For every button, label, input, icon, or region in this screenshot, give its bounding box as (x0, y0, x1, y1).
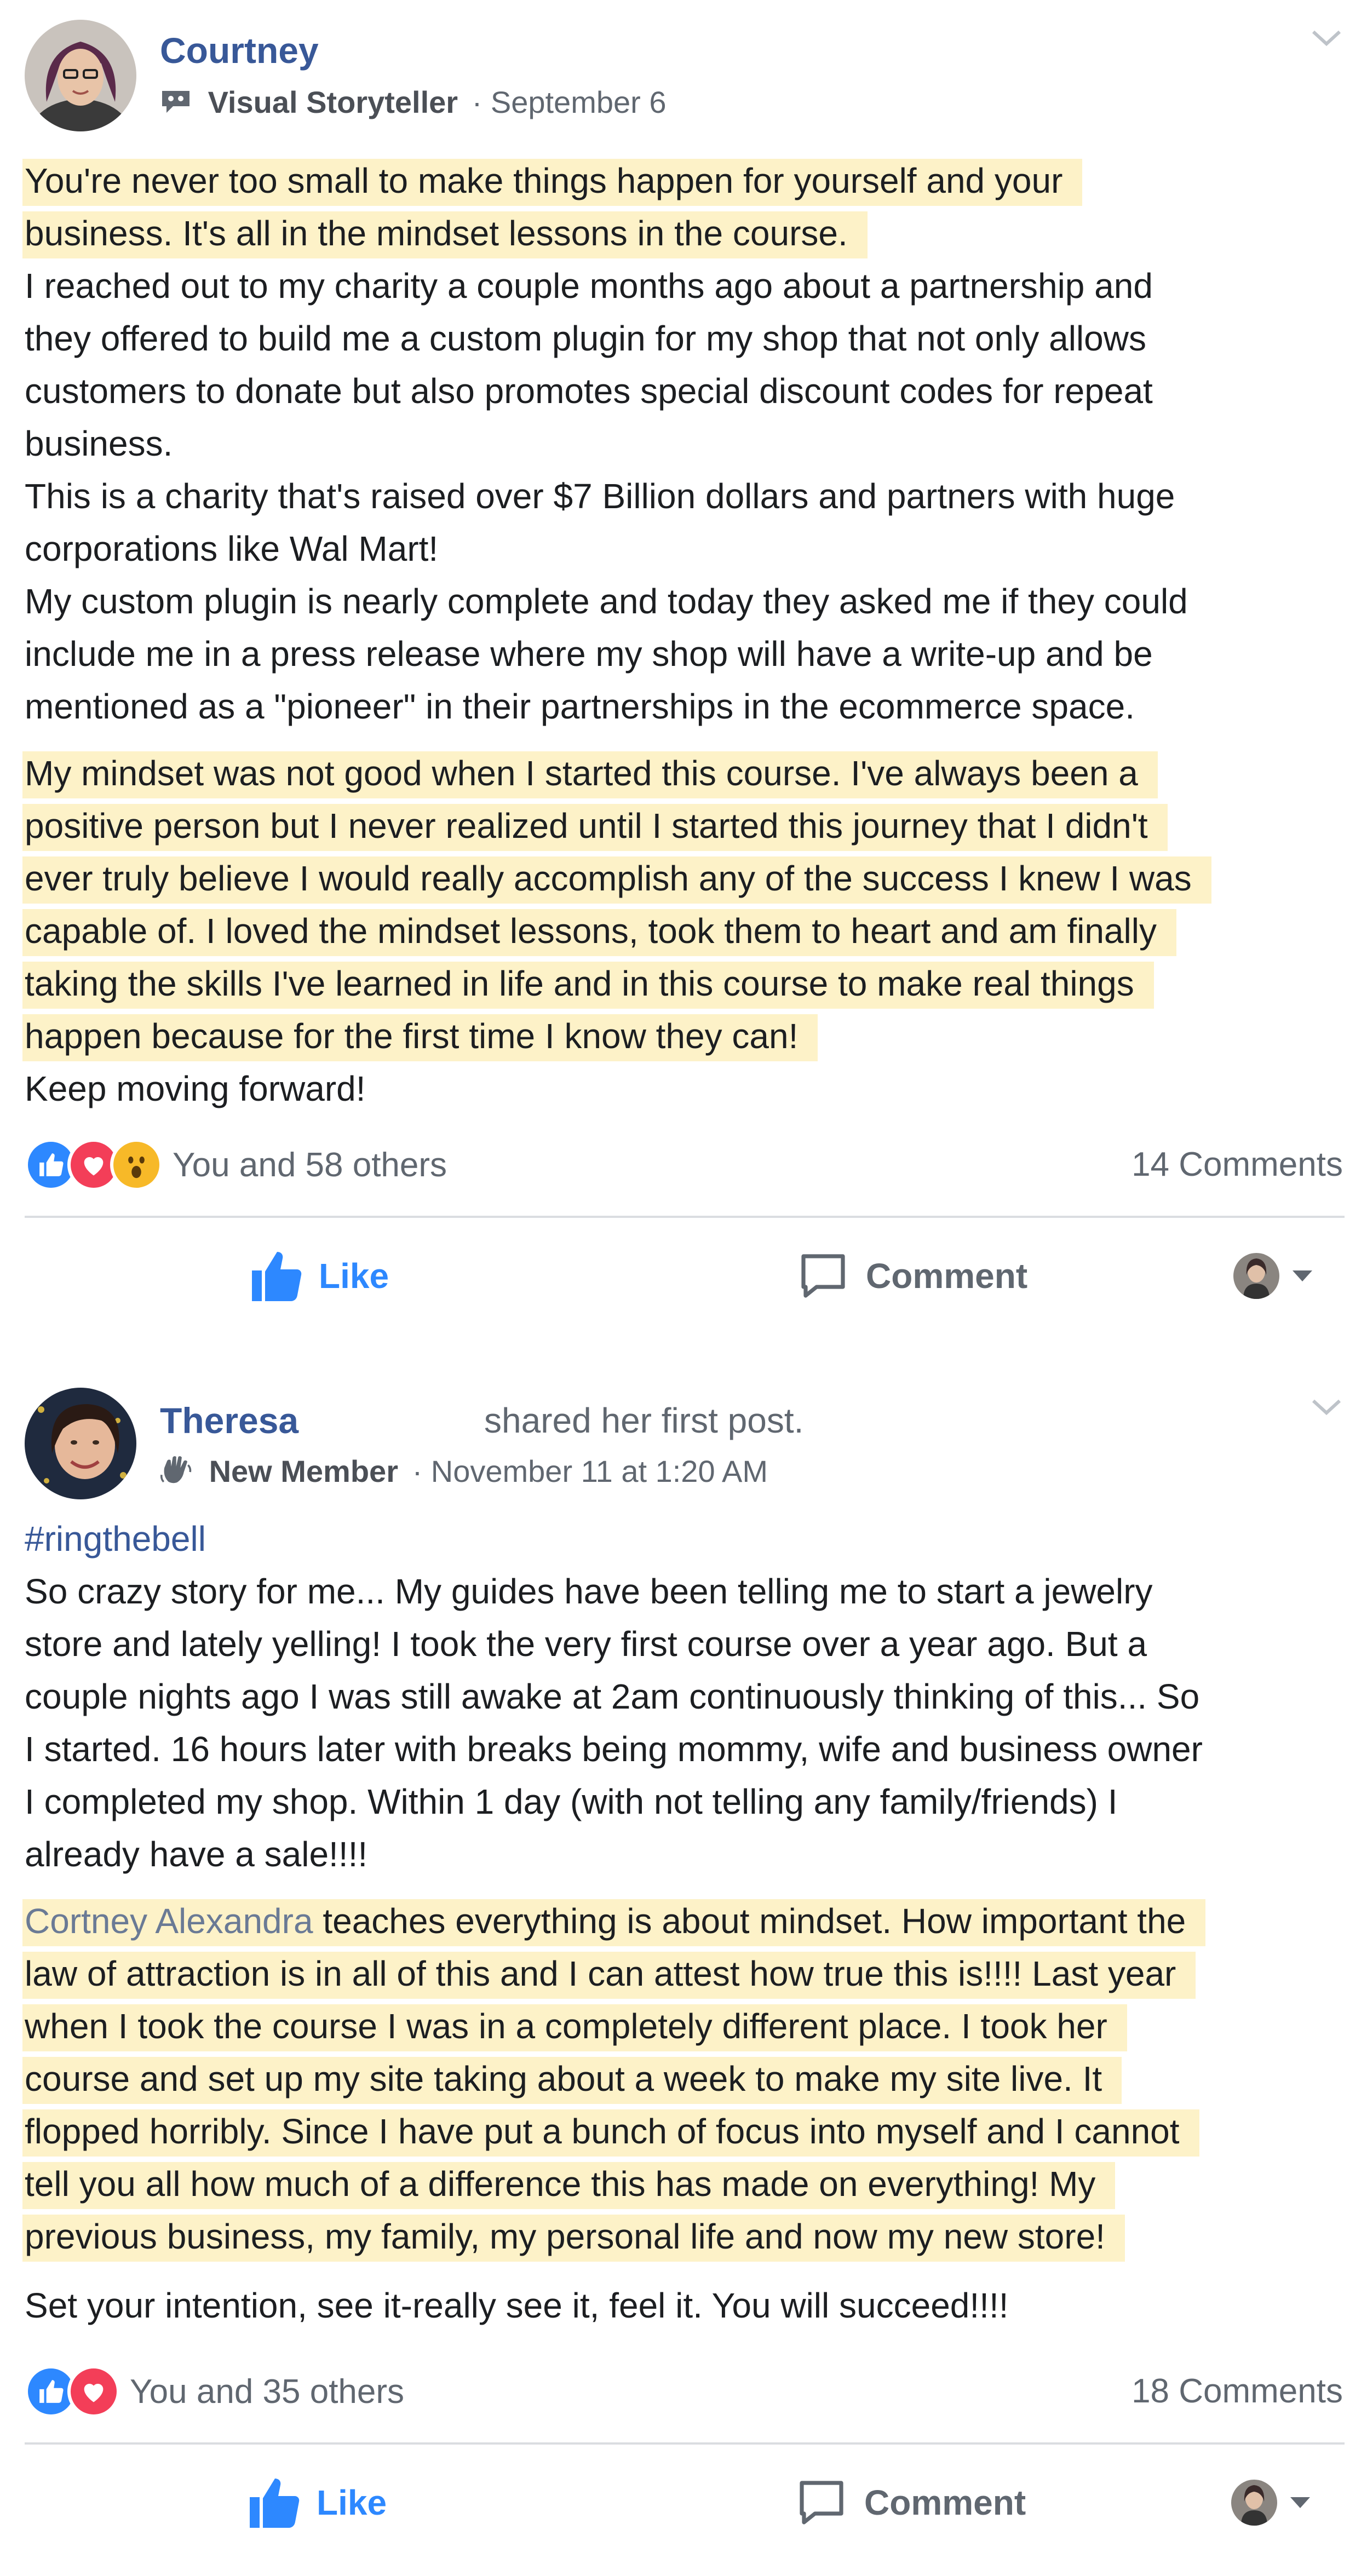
shared-text: shared her first post. (484, 1401, 804, 1440)
post-line: flopped horribly. Since I have put a bun… (22, 2105, 1350, 2158)
comment-label: Comment (866, 1256, 1028, 1296)
author-name[interactable]: Theresa (160, 1399, 298, 1442)
avatar[interactable] (25, 1388, 136, 1499)
post-line: So crazy story for me... My guides have … (25, 1572, 1153, 1611)
post-line: corporations like Wal Mart! (25, 529, 439, 568)
post-line: couple nights ago I was still awake at 2… (25, 1677, 1200, 1716)
thumbs-up-icon (252, 1252, 302, 1301)
post-line: customers to donate but also promotes sp… (25, 371, 1153, 411)
chevron-down-icon[interactable] (1310, 27, 1343, 49)
post-line: positive person but I never realized unt… (22, 800, 1350, 852)
reactions-summary[interactable]: You and 58 others (25, 1135, 447, 1195)
post-date[interactable]: · November 11 at 1:20 AM (412, 1454, 768, 1488)
post-line: This is a charity that's raised over $7 … (25, 476, 1175, 516)
post-date[interactable]: · September 6 (472, 85, 667, 119)
post-line: include me in a press release where my s… (25, 634, 1153, 674)
comment-icon (801, 1254, 845, 1298)
post-line: they offered to build me a custom plugin… (25, 319, 1146, 358)
post-line: law of attraction is in all of this and … (22, 1947, 1350, 2000)
thumbs-up-icon (250, 2479, 300, 2528)
badge-label[interactable]: Visual Storyteller (208, 85, 458, 119)
post-body: #ringthebell So crazy story for me... My… (22, 1513, 1350, 2332)
post-line: previous business, my family, my persona… (22, 2210, 1350, 2263)
post-line: I completed my shop. Within 1 day (with … (25, 1782, 1118, 1821)
post-line: mentioned as a "pioneer" in their partne… (25, 687, 1135, 726)
post-line: You're never too small to make things ha… (22, 154, 1350, 207)
post-line: capable of. I loved the mindset lessons,… (22, 905, 1350, 957)
post-line: My custom plugin is nearly complete and … (25, 582, 1188, 621)
mention-link[interactable]: Cortney Alexandra (25, 1901, 313, 1941)
post-as-selector[interactable] (1231, 2470, 1311, 2535)
post-line: business. It's all in the mindset lesson… (22, 207, 1350, 260)
like-label: Like (319, 1256, 389, 1296)
post-line: I reached out to my charity a couple mon… (25, 266, 1153, 306)
hashtag-link[interactable]: #ringthebell (25, 1513, 1350, 1565)
storyteller-badge-icon (160, 85, 192, 124)
post-line: taking the skills I've learned in life a… (22, 957, 1350, 1010)
wave-hand-icon (160, 1454, 194, 1493)
post-line: Cortney Alexandra teaches everything is … (22, 1895, 1350, 1947)
post-line: tell you all how much of a difference th… (22, 2158, 1350, 2210)
comment-button[interactable]: Comment (797, 1243, 1027, 1309)
post-theresa: Theresa shared her first post. New Membe… (0, 1358, 1367, 2576)
avatar[interactable] (25, 20, 136, 131)
reactions-summary[interactable]: You and 35 others (25, 2361, 404, 2422)
like-label: Like (317, 2483, 387, 2522)
post-line: My mindset was not good when I started t… (22, 747, 1350, 800)
post-line: Set your intention, see it-really see it… (25, 2286, 1009, 2325)
chevron-down-icon[interactable] (1310, 1396, 1343, 1418)
author-name[interactable]: Courtney (160, 28, 319, 72)
reactions-count[interactable]: You and 58 others (173, 1146, 447, 1185)
comments-count[interactable]: 14 Comments (1131, 1135, 1343, 1195)
like-button[interactable]: Like (248, 2470, 387, 2535)
post-as-selector[interactable] (1233, 1243, 1313, 1309)
post-line: course and set up my site taking about a… (22, 2052, 1350, 2105)
badge-label[interactable]: New Member (209, 1454, 398, 1488)
comment-label: Comment (864, 2483, 1026, 2522)
wow-icon (110, 1138, 163, 1191)
avatar (1231, 2480, 1277, 2526)
comment-icon (800, 2481, 843, 2525)
post-line: I started. 16 hours later with breaks be… (25, 1729, 1203, 1769)
like-button[interactable]: Like (250, 1243, 389, 1309)
post-courtney: Courtney Visual Storyteller · September … (0, 0, 1367, 1314)
divider (25, 2442, 1345, 2445)
reactions-count[interactable]: You and 35 others (130, 2372, 404, 2411)
post-line: ever truly believe I would really accomp… (22, 852, 1350, 905)
post-body: You're never too small to make things ha… (22, 154, 1350, 1115)
post-line: Keep moving forward! (25, 1069, 366, 1108)
post-line: already have a sale!!!! (25, 1835, 368, 1874)
love-icon (67, 2365, 120, 2418)
comment-button[interactable]: Comment (795, 2470, 1026, 2535)
divider (25, 1216, 1345, 1218)
avatar (1233, 1253, 1279, 1299)
caret-down-icon (1293, 1270, 1312, 1281)
caret-down-icon (1290, 2497, 1310, 2508)
post-line: store and lately yelling! I took the ver… (25, 1624, 1147, 1664)
post-line: business. (25, 424, 173, 463)
post-meta: New Member · November 11 at 1:20 AM (160, 1452, 768, 1493)
post-line: happen because for the first time I know… (22, 1010, 1350, 1062)
post-meta: Visual Storyteller · September 6 (160, 83, 666, 124)
comments-count[interactable]: 18 Comments (1131, 2361, 1343, 2422)
post-line: when I took the course I was in a comple… (22, 2000, 1350, 2052)
